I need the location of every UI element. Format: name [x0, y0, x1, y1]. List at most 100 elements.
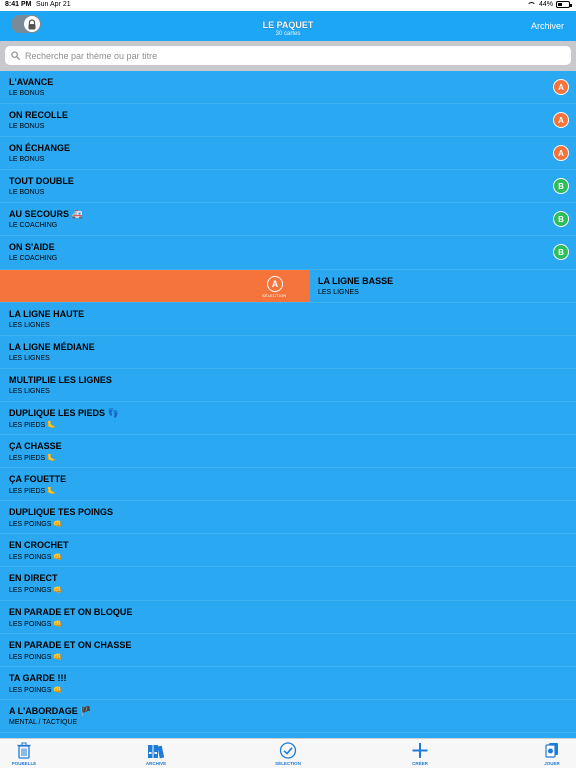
- card-title: A L'ABORDAGE 🏴: [9, 705, 92, 716]
- nav-bar: LE PAQUET 30 cartes Archiver: [0, 11, 576, 41]
- card-list[interactable]: L'AVANCE LE BONUS A ON RECOLLE LE BONUS A ON É…: [0, 71, 576, 738]
- card-theme: LES POINGS 👊: [9, 554, 63, 562]
- list-item[interactable]: DUPLIQUE LES PIEDS 👣 LES PIEDS 🦶: [0, 401, 576, 436]
- list-item[interactable]: LA LIGNE HAUTE LES LIGNES: [0, 302, 576, 336]
- card-theme: LE BONUS: [9, 189, 45, 197]
- list-item[interactable]: TA GARDE !!! LES POINGS 👊: [0, 666, 576, 700]
- card-title: LA LIGNE MÉDIANE: [9, 341, 95, 352]
- card-theme: LES LIGNES: [9, 354, 50, 362]
- battery-icon: [556, 1, 572, 8]
- card-theme: LES POINGS 👊: [9, 653, 63, 661]
- list-item[interactable]: A L'ABORDAGE 🏴 MENTAL / TACTIQUE: [0, 699, 576, 733]
- card-title: EN PARADE ET ON BLOQUE: [9, 606, 133, 617]
- card-title: TOUT DOUBLE: [9, 176, 74, 187]
- tab-archive[interactable]: ARCHIVE: [136, 742, 176, 766]
- card-theme: LES PIEDS 🦶: [9, 455, 56, 463]
- tab-selection[interactable]: SÉLECTION: [268, 742, 308, 766]
- list-item[interactable]: MULTIPLIE LES LIGNES LES LIGNES: [0, 368, 576, 402]
- card-title: MULTIPLIE LES LIGNES: [9, 374, 112, 385]
- list-item[interactable]: DUPLIQUE TES POINGS LES POINGS 👊: [0, 501, 576, 535]
- card-theme: LES LIGNES: [9, 321, 50, 329]
- card-theme: LES PIEDS 🦶: [9, 421, 56, 429]
- trash-icon: [17, 742, 31, 759]
- card-title: EN CROCHET: [9, 540, 69, 551]
- card-title: EN PARADE ET ON CHASSE: [9, 639, 132, 650]
- card-theme: LES POINGS 👊: [9, 686, 63, 694]
- status-date: Sun Apr 21: [36, 1, 71, 8]
- plus-icon: [412, 743, 428, 758]
- list-item[interactable]: ÇA FOUETTE LES PIEDS 🦶: [0, 468, 576, 502]
- card-theme: LES POINGS 👊: [9, 587, 63, 595]
- tab-trash[interactable]: POUBELLE: [4, 742, 44, 766]
- card-title: ÇA CHASSE: [9, 441, 62, 452]
- list-item[interactable]: EN PARADE ET ON CHASSE LES POINGS 👊: [0, 633, 576, 667]
- list-item[interactable]: ON RECOLLE LE BONUS A: [0, 104, 576, 138]
- card-count: 30 cartes: [275, 31, 301, 37]
- card-title: DUPLIQUE TES POINGS: [9, 507, 114, 518]
- wifi-icon: [526, 1, 536, 8]
- card-title: ON ÉCHANGE: [9, 143, 71, 154]
- selection-a-icon: A: [267, 275, 283, 292]
- tab-create[interactable]: CRÉER: [400, 742, 440, 766]
- list-item[interactable]: ON ÉCHANGE LE BONUS A: [0, 137, 576, 171]
- card-title: ON S'AIDE: [9, 242, 55, 253]
- card-theme: LES LIGNES: [318, 288, 359, 296]
- archive-button[interactable]: Archiver: [531, 21, 564, 31]
- card-theme: MENTAL / TACTIQUE: [9, 718, 78, 726]
- list-item[interactable]: LA LIGNE MÉDIANE LES LIGNES: [0, 335, 576, 369]
- card-theme: LES PIEDS 🦶: [9, 488, 56, 496]
- list-item[interactable]: EN DIRECT LES POINGS 👊: [0, 567, 576, 601]
- status-bar: 8:41 PM Sun Apr 21 44%: [0, 0, 576, 11]
- play-cards-icon: [545, 743, 558, 758]
- level-badge: B: [553, 178, 569, 195]
- card-title: AU SECOURS 🚑: [9, 209, 83, 220]
- level-badge: B: [553, 244, 569, 261]
- tab-create-label: CRÉER: [412, 761, 428, 766]
- card-theme: LE COACHING: [9, 255, 58, 263]
- card-title: L'AVANCE: [9, 77, 54, 87]
- list-item[interactable]: A SÉLECTION LA LIGNE BASSE LES LIGNES: [0, 269, 576, 303]
- status-time: 8:41 PM: [5, 1, 32, 8]
- list-item[interactable]: EN CROCHET LES POINGS 👊: [0, 534, 576, 568]
- level-badge: A: [553, 145, 569, 162]
- list-item[interactable]: TOUT DOUBLE LE BONUS B: [0, 170, 576, 204]
- card-title: DUPLIQUE LES PIEDS 👣: [9, 407, 119, 418]
- card-theme: LES LIGNES: [9, 387, 50, 395]
- tab-play[interactable]: JOUER: [532, 742, 572, 766]
- page-title: LE PAQUET: [262, 20, 314, 30]
- card-title: EN DIRECT: [9, 573, 58, 584]
- tab-play-label: JOUER: [544, 761, 560, 766]
- search-bar: [0, 41, 576, 71]
- swipe-select-action[interactable]: A SÉLECTION: [0, 269, 310, 302]
- card-title: ÇA FOUETTE: [9, 474, 67, 485]
- level-badge: A: [553, 112, 569, 129]
- list-item[interactable]: EN PARADE ET ON BLOQUE LES POINGS 👊: [0, 600, 576, 634]
- list-item[interactable]: ON S'AIDE LE COACHING B: [0, 236, 576, 270]
- level-badge: A: [553, 79, 569, 95]
- tab-selection-label: SÉLECTION: [275, 761, 301, 766]
- card-title: TA GARDE !!!: [9, 672, 67, 683]
- level-badge: B: [553, 211, 569, 228]
- status-right: 44%: [526, 1, 572, 8]
- card-theme: LES POINGS 👊: [9, 521, 63, 529]
- card-theme: LE BONUS: [9, 90, 45, 97]
- card-title: ON RECOLLE: [9, 110, 69, 121]
- battery-percent: 44%: [538, 1, 553, 8]
- list-item[interactable]: ÇA CHASSE LES PIEDS 🦶: [0, 435, 576, 469]
- card-title: LA LIGNE BASSE: [318, 275, 394, 286]
- list-item[interactable]: L'AVANCE LE BONUS A: [0, 71, 576, 105]
- search-field[interactable]: [5, 46, 571, 65]
- battery-fill: [558, 3, 563, 6]
- tab-archive-label: ARCHIVE: [145, 761, 167, 766]
- search-input[interactable]: [25, 50, 545, 61]
- search-icon: [11, 51, 20, 60]
- card-theme: LES POINGS 👊: [9, 620, 63, 628]
- card-title: LA LIGNE HAUTE: [9, 308, 85, 319]
- tab-bar: POUBELLE ARCHIVE SÉLECTION CRÉER JOUER: [0, 738, 576, 768]
- list-item[interactable]: AU SECOURS 🚑 LE COACHING B: [0, 203, 576, 237]
- checkmark-circle-icon: [279, 742, 297, 759]
- card-theme: LE COACHING: [9, 222, 58, 230]
- tab-trash-label: POUBELLE: [11, 761, 37, 766]
- swipe-action-label: SÉLECTION: [262, 292, 287, 298]
- card-theme: LE BONUS: [9, 123, 45, 131]
